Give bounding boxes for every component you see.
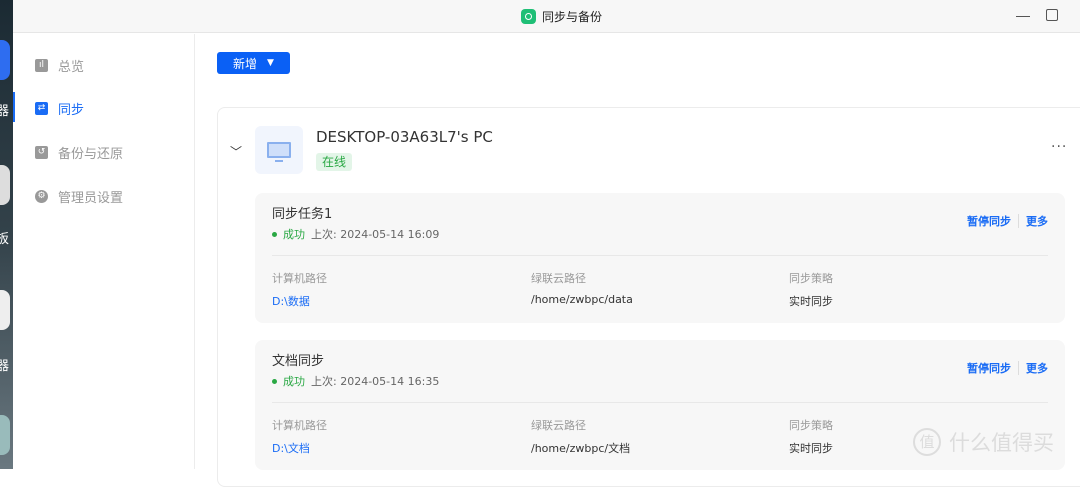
desktop-label: 器 bbox=[0, 104, 10, 119]
pause-sync-button[interactable]: 暂停同步 bbox=[967, 213, 1011, 229]
app-title: 同步与备份 bbox=[521, 8, 602, 25]
new-button-label: 新增 bbox=[233, 56, 258, 71]
sidebar-item-backup[interactable]: ↺ 备份与还原 bbox=[35, 143, 123, 162]
sidebar-item-label: 总览 bbox=[58, 60, 85, 75]
field-label: 计算机路径 bbox=[272, 419, 327, 432]
divider bbox=[272, 255, 1048, 256]
task-title: 同步任务1 bbox=[272, 207, 333, 222]
collapse-chevron-icon[interactable]: ﹀ bbox=[230, 143, 242, 160]
watermark-logo: 值 bbox=[913, 428, 941, 456]
desktop-background: 器 板 器 bbox=[0, 0, 13, 469]
device-name: DESKTOP-03A63L7's PC bbox=[316, 128, 493, 146]
active-indicator bbox=[13, 92, 15, 122]
more-button[interactable]: 更多 bbox=[1026, 213, 1048, 229]
minimize-button[interactable] bbox=[1016, 16, 1030, 17]
maximize-button[interactable] bbox=[1046, 9, 1058, 21]
window-title: 同步与备份 bbox=[542, 10, 603, 24]
status-text: 成功 bbox=[283, 375, 305, 388]
desktop-label: 板 bbox=[0, 232, 10, 247]
cloud-path: /home/zwbpc/data bbox=[531, 293, 633, 306]
status-dot-icon bbox=[272, 231, 277, 237]
computer-path-link[interactable]: D:\数据 bbox=[272, 293, 327, 309]
computer-icon bbox=[255, 126, 303, 174]
divider bbox=[272, 402, 1048, 403]
desktop-app-icon bbox=[0, 290, 10, 330]
status-text: 成功 bbox=[283, 228, 305, 241]
desktop-app-icon bbox=[0, 415, 10, 455]
last-sync-time: 上次: 2024-05-14 16:35 bbox=[311, 375, 440, 388]
task-title: 文档同步 bbox=[272, 354, 325, 369]
sidebar-item-overview[interactable]: ıl 总览 bbox=[35, 56, 84, 75]
field-label: 绿联云路径 bbox=[531, 419, 586, 432]
task-status: 成功 上次: 2024-05-14 16:09 bbox=[272, 226, 439, 242]
task-status: 成功 上次: 2024-05-14 16:35 bbox=[272, 373, 439, 389]
sync-policy: 实时同步 bbox=[789, 295, 833, 308]
computer-path-link[interactable]: D:\文档 bbox=[272, 440, 327, 456]
sidebar-item-admin-settings[interactable]: ⚙ 管理员设置 bbox=[35, 187, 123, 206]
pause-sync-button[interactable]: 暂停同步 bbox=[967, 360, 1011, 376]
last-sync-time: 上次: 2024-05-14 16:09 bbox=[311, 228, 440, 241]
sidebar-item-label: 同步 bbox=[58, 103, 85, 118]
sidebar: ıl 总览 ⇄ 同步 ↺ 备份与还原 ⚙ 管理员设置 bbox=[13, 34, 195, 469]
sidebar-item-sync[interactable]: ⇄ 同步 bbox=[35, 99, 84, 118]
watermark-text: 什么值得买 bbox=[949, 431, 1054, 455]
desktop-label: 器 bbox=[0, 359, 10, 374]
more-button[interactable]: 更多 bbox=[1026, 360, 1048, 376]
more-options-icon[interactable]: ··· bbox=[1051, 139, 1067, 155]
gear-icon: ⚙ bbox=[35, 190, 48, 203]
field-label: 同步策略 bbox=[789, 419, 833, 432]
sidebar-item-label: 管理员设置 bbox=[58, 191, 124, 206]
chevron-down-icon: ▼ bbox=[267, 58, 274, 68]
new-button[interactable]: 新增 ▼ bbox=[217, 52, 290, 74]
sync-policy: 实时同步 bbox=[789, 442, 833, 455]
backup-icon: ↺ bbox=[35, 146, 48, 159]
status-dot-icon bbox=[272, 378, 277, 384]
cloud-path: /home/zwbpc/文档 bbox=[531, 442, 631, 455]
watermark: 值什么值得买 bbox=[913, 427, 1054, 457]
field-label: 同步策略 bbox=[789, 272, 833, 285]
app-logo-icon bbox=[521, 9, 536, 24]
desktop-app-icon bbox=[0, 40, 10, 80]
field-label: 绿联云路径 bbox=[531, 272, 586, 285]
field-label: 计算机路径 bbox=[272, 272, 327, 285]
desktop-app-icon bbox=[0, 165, 10, 205]
chart-icon: ıl bbox=[35, 59, 48, 72]
sidebar-item-label: 备份与还原 bbox=[58, 147, 124, 162]
status-badge: 在线 bbox=[316, 153, 353, 171]
sync-icon: ⇄ bbox=[35, 102, 48, 115]
sync-task-card: 同步任务1 成功 上次: 2024-05-14 16:09 暂停同步 更多 计算机路… bbox=[255, 193, 1065, 323]
